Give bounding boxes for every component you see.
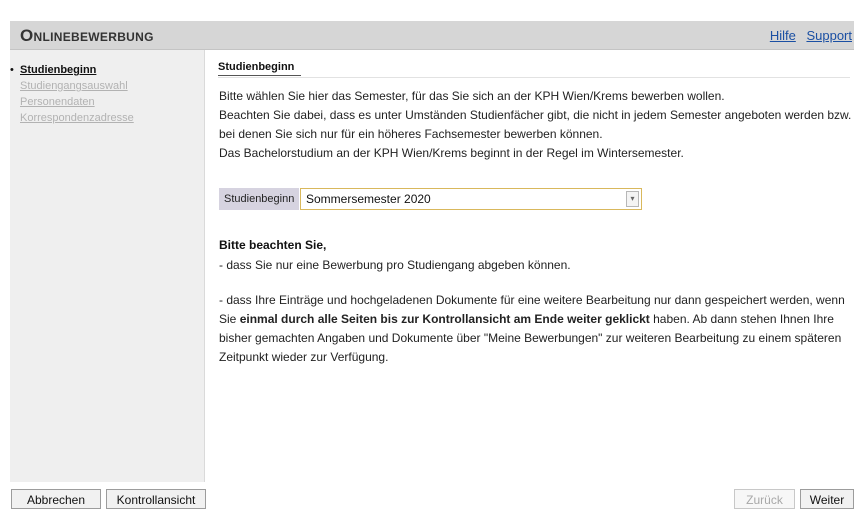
notice-line-2: - dass Ihre Einträge und hochgeladenen D… [219, 291, 854, 367]
app-header: Onlinebewerbung Hilfe Support [10, 21, 854, 50]
chevron-down-icon[interactable]: ▾ [626, 191, 639, 207]
footer-toolbar: Abbrechen Kontrollansicht Zurück Weiter [0, 484, 854, 513]
semester-select[interactable]: Sommersemester 2020 ▾ [300, 188, 642, 210]
notice-line-1: - dass Sie nur eine Bewerbung pro Studie… [219, 258, 571, 272]
back-button[interactable]: Zurück [734, 489, 795, 509]
step-navigation: • Studienbeginn Studiengangsauswahl Perso… [10, 63, 134, 127]
sidebar-item-korrespondenzadresse[interactable]: Korrespondenzadresse [20, 111, 134, 125]
header-links: Hilfe Support [763, 28, 852, 43]
intro-text: Bitte wählen Sie hier das Semester, für … [219, 87, 854, 163]
sidebar-item-personendaten[interactable]: Personendaten [20, 95, 134, 109]
sidebar-item-studiengangsauswahl[interactable]: Studiengangsauswahl [20, 79, 134, 93]
intro-line-3: Das Bachelorstudium an der KPH Wien/Krem… [219, 146, 684, 160]
section-divider [218, 77, 850, 78]
next-button[interactable]: Weiter [800, 489, 854, 509]
main-content: Studienbeginn Bitte wählen Sie hier das … [210, 50, 851, 480]
semester-field-label: Studienbeginn [219, 188, 300, 210]
bullet-icon: • [10, 64, 14, 76]
notice-title: Bitte beachten Sie, [219, 238, 327, 252]
notice-line-2-bold: einmal durch alle Seiten bis zur Kontrol… [239, 312, 650, 326]
support-link[interactable]: Support [806, 28, 852, 43]
page-title: Onlinebewerbung [20, 26, 154, 45]
intro-line-2: Beachten Sie dabei, dass es unter Umstän… [219, 108, 852, 141]
help-link[interactable]: Hilfe [770, 28, 796, 43]
sidebar: • Studienbeginn Studiengangsauswahl Perso… [10, 50, 205, 482]
semester-select-value: Sommersemester 2020 [306, 192, 431, 206]
sidebar-item-label: Studienbeginn [20, 64, 97, 76]
sidebar-item-studienbeginn[interactable]: • Studienbeginn [10, 63, 134, 77]
review-button[interactable]: Kontrollansicht [106, 489, 206, 509]
section-title: Studienbeginn [218, 61, 302, 76]
cancel-button[interactable]: Abbrechen [11, 489, 101, 509]
intro-line-1: Bitte wählen Sie hier das Semester, für … [219, 89, 725, 103]
